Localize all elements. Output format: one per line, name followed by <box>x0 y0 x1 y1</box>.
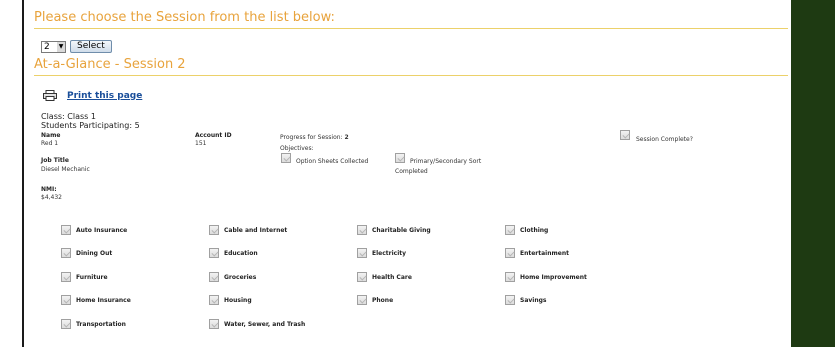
category-label: Transportation <box>76 320 126 328</box>
category-label: Water, Sewer, and Trash <box>224 320 306 328</box>
option-sheets-checkbox[interactable] <box>281 153 291 163</box>
category-transportation[interactable]: Transportation <box>61 319 126 329</box>
category-dining-out[interactable]: Dining Out <box>61 248 112 258</box>
print-page-link[interactable]: Print this page <box>67 91 142 101</box>
inner-gutter <box>24 0 34 347</box>
category-checkbox[interactable] <box>209 272 219 282</box>
account-id-label: Account ID <box>195 132 232 139</box>
session-dropdown[interactable]: 2 ▼ <box>41 40 66 53</box>
name-value: Red 1 <box>41 140 59 147</box>
category-cable-internet[interactable]: Cable and Internet <box>209 225 287 235</box>
category-label: Clothing <box>520 226 549 234</box>
category-checkbox[interactable] <box>61 248 71 258</box>
glance-title: At-a-Glance - Session 2 <box>34 57 186 72</box>
printer-icon[interactable] <box>43 90 57 101</box>
category-checkbox[interactable] <box>505 248 515 258</box>
category-label: Electricity <box>372 249 407 257</box>
category-checkbox[interactable] <box>209 319 219 329</box>
category-home-insurance[interactable]: Home Insurance <box>61 295 131 305</box>
category-entertainment[interactable]: Entertainment <box>505 248 569 258</box>
category-groceries[interactable]: Groceries <box>209 272 256 282</box>
category-label: Housing <box>224 296 252 304</box>
category-charitable-giving[interactable]: Charitable Giving <box>357 225 431 235</box>
category-label: Education <box>224 249 258 257</box>
session-dropdown-value: 2 <box>44 41 50 52</box>
category-checkbox[interactable] <box>357 225 367 235</box>
category-housing[interactable]: Housing <box>209 295 252 305</box>
category-checkbox[interactable] <box>505 272 515 282</box>
nmi-value: $4,432 <box>41 194 62 201</box>
right-side-band <box>791 0 835 347</box>
left-frame <box>0 0 24 347</box>
choose-session-heading: Please choose the Session from the list … <box>34 10 335 25</box>
session-complete-checkbox[interactable] <box>620 130 630 140</box>
students-line: Students Participating: 5 <box>41 121 140 130</box>
class-line: Class: Class 1 <box>41 112 96 121</box>
category-phone[interactable]: Phone <box>357 295 393 305</box>
category-checkbox[interactable] <box>357 295 367 305</box>
option-sheets-label: Option Sheets Collected <box>296 158 369 165</box>
category-label: Furniture <box>76 273 108 281</box>
category-checkbox[interactable] <box>505 225 515 235</box>
progress-value: 2 <box>344 134 349 141</box>
category-label: Phone <box>372 296 394 304</box>
category-label: Auto Insurance <box>76 226 128 234</box>
account-id-value: 151 <box>195 140 207 147</box>
category-checkbox[interactable] <box>209 248 219 258</box>
category-label: Home Improvement <box>520 273 587 281</box>
nmi-label: NMI: <box>41 186 57 193</box>
objectives-label: Objectives: <box>280 145 314 152</box>
category-label: Health Care <box>372 273 412 281</box>
category-education[interactable]: Education <box>209 248 258 258</box>
category-label: Groceries <box>224 273 257 281</box>
name-label: Name <box>41 132 61 139</box>
divider-top <box>34 28 788 29</box>
category-label: Savings <box>520 296 547 304</box>
category-health-care[interactable]: Health Care <box>357 272 412 282</box>
session-complete-label: Session Complete? <box>636 136 693 143</box>
category-label: Home Insurance <box>76 296 131 304</box>
category-label: Entertainment <box>520 249 569 257</box>
category-label: Cable and Internet <box>224 226 288 234</box>
job-title-label: Job Title <box>41 157 69 164</box>
category-checkbox[interactable] <box>61 225 71 235</box>
job-title-value: Diesel Mechanic <box>41 166 90 173</box>
category-auto-insurance[interactable]: Auto Insurance <box>61 225 127 235</box>
category-clothing[interactable]: Clothing <box>505 225 548 235</box>
primary-secondary-checkbox[interactable] <box>395 153 405 163</box>
category-checkbox[interactable] <box>61 319 71 329</box>
primary-secondary-label: Primary/Secondary Sort <box>410 158 482 165</box>
select-button[interactable]: Select <box>70 40 112 53</box>
category-checkbox[interactable] <box>61 272 71 282</box>
category-electricity[interactable]: Electricity <box>357 248 406 258</box>
session-select-group: 2 ▼ Select <box>41 40 112 53</box>
completed-label: Completed <box>395 168 428 175</box>
category-checkbox[interactable] <box>357 248 367 258</box>
category-checkbox[interactable] <box>61 295 71 305</box>
category-label: Dining Out <box>76 249 113 257</box>
print-row: Print this page <box>43 90 142 101</box>
category-savings[interactable]: Savings <box>505 295 546 305</box>
category-checkbox[interactable] <box>209 295 219 305</box>
category-checkbox[interactable] <box>505 295 515 305</box>
progress-line: Progress for Session: 2 <box>280 134 349 141</box>
category-checkbox[interactable] <box>209 225 219 235</box>
category-home-improvement[interactable]: Home Improvement <box>505 272 587 282</box>
main-content: Please choose the Session from the list … <box>34 0 791 347</box>
divider-glance <box>34 75 788 76</box>
category-label: Charitable Giving <box>372 226 431 234</box>
category-water-sewer-trash[interactable]: Water, Sewer, and Trash <box>209 319 305 329</box>
category-furniture[interactable]: Furniture <box>61 272 108 282</box>
category-checkbox[interactable] <box>357 272 367 282</box>
progress-label: Progress for Session: <box>280 134 343 141</box>
chevron-down-icon[interactable]: ▼ <box>57 41 65 52</box>
